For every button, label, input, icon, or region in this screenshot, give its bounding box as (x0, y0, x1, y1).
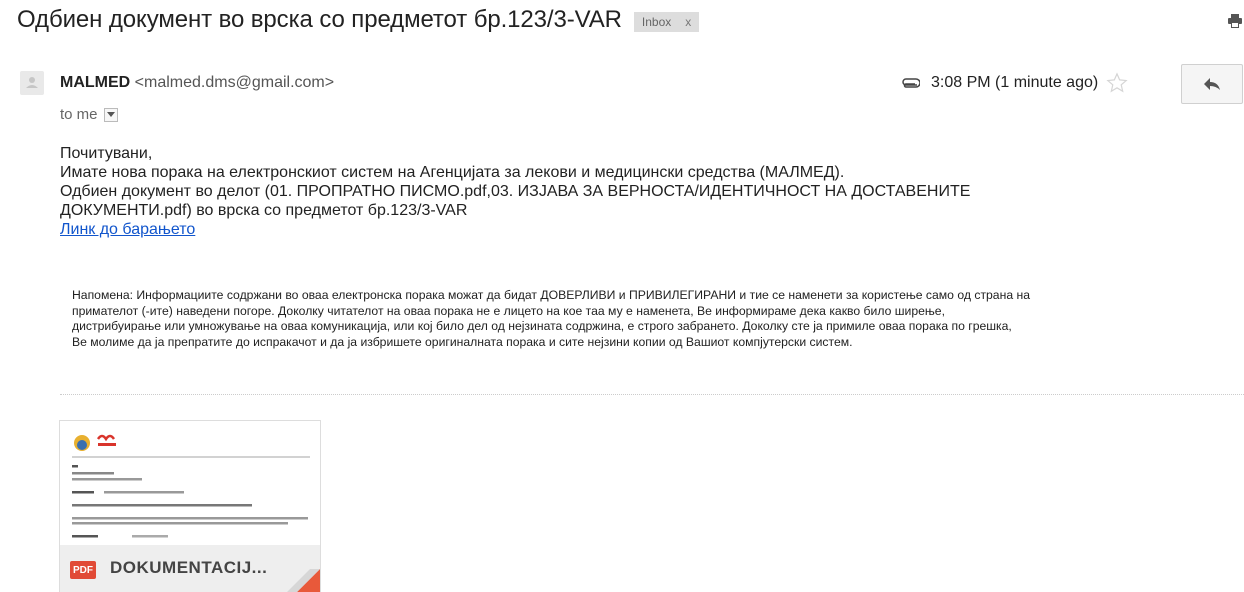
sender-line: MALMED <malmed.dms@gmail.com> (60, 74, 334, 92)
message-meta: 3:08 PM (1 minute ago) (900, 72, 1128, 94)
disclaimer: Напомена: Информациите содржани во оваа … (72, 288, 1244, 350)
sender-email: <malmed.dms@gmail.com> (134, 74, 335, 91)
disclaimer-line: примателот (-ите) наведени погоре. Докол… (72, 303, 945, 318)
remove-label-button[interactable]: x (685, 15, 691, 29)
sender-name[interactable]: MALMED (60, 74, 130, 91)
avatar-icon (26, 77, 38, 88)
disclaimer-line: Напомена: Информациите содржани во оваа … (72, 288, 1030, 302)
reply-icon (1204, 78, 1220, 90)
body-line-3: ДОКУМЕНТИ.pdf) во врска со предметот бр.… (60, 202, 468, 219)
details-dropdown-button[interactable] (103, 107, 118, 122)
inbox-label-text: Inbox (641, 14, 672, 29)
request-link[interactable]: Линк до барањето (60, 221, 195, 238)
star-icon[interactable] (1106, 72, 1128, 94)
chevron-down-icon (106, 111, 115, 117)
subject-row: Одбиен документ во врска со предметот бр… (17, 6, 700, 34)
disclaimer-line: Ве молиме да ја препратите до испракачот… (72, 334, 853, 349)
body-line-2: Одбиен документ во делот (01. ПРОПРАТНО … (60, 183, 971, 200)
print-icon[interactable] (1227, 13, 1243, 29)
page-corner-icon (287, 569, 320, 592)
inbox-label[interactable]: Inbox x (633, 11, 700, 32)
email-view: Одбиен документ во врска со предметот бр… (0, 0, 1244, 592)
email-subject: Одбиен документ во врска со предметот бр… (17, 6, 622, 33)
attachment-card[interactable]: PDF DOKUMENTACIJ... (59, 420, 321, 592)
avatar (20, 71, 44, 95)
attachments-divider (60, 394, 1244, 395)
pdf-file-icon: PDF (70, 561, 96, 579)
attachment-thumbnail (60, 421, 320, 545)
attachment-name: DOKUMENTACIJ... (110, 558, 268, 577)
greeting-text: Почитувани, (60, 145, 153, 162)
attachment-icon (902, 78, 920, 88)
recipient-text: to me (60, 106, 98, 123)
message-time: 3:08 PM (1 minute ago) (931, 74, 1099, 91)
disclaimer-line: дистрибуирање или умножување на оваа ком… (72, 319, 1012, 333)
email-body: Почитувани, Имате нова порака на електро… (60, 144, 1240, 239)
attachment-footer: PDF DOKUMENTACIJ... (60, 545, 320, 592)
reply-button[interactable] (1181, 64, 1243, 104)
body-line-1: Имате нова порака на електронскиот систе… (60, 164, 845, 181)
recipient-line: to me (60, 106, 118, 123)
